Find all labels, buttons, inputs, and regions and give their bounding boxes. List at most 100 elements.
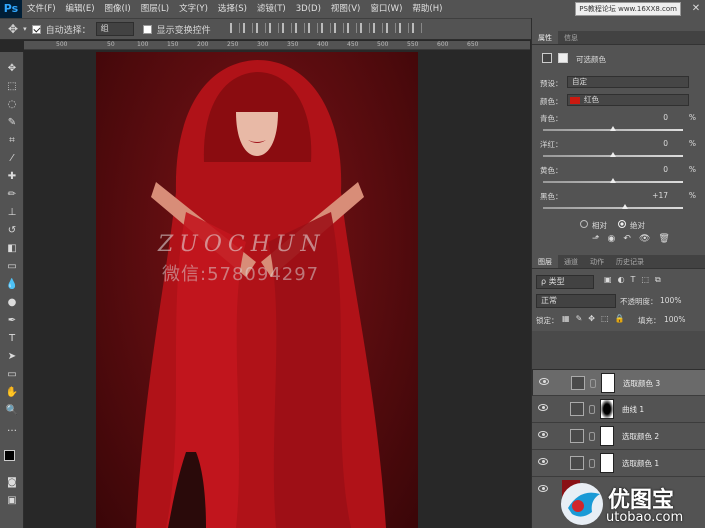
preset-dropdown[interactable]: 自定 [567,76,689,88]
opacity-value[interactable]: 100% [660,296,681,305]
tab-channels[interactable]: 通道 [558,255,584,268]
move-tool-icon[interactable]: ✥ [5,62,19,76]
clone-stamp-icon[interactable]: ⊥ [5,206,19,220]
layer-name[interactable]: 选取颜色 2 [622,431,659,442]
clip-to-layer-icon[interactable]: ⬏ [592,234,600,244]
layer-mask-thumbnail[interactable] [600,426,614,446]
foreground-color-swatch[interactable] [4,450,15,461]
mask-icon[interactable] [558,53,568,63]
menu-layer[interactable]: 图层(L) [136,0,174,18]
visibility-icon[interactable]: 👁 [639,234,650,244]
layer-mask-thumbnail[interactable] [601,373,615,393]
blend-mode-dropdown[interactable]: 正常 [536,294,616,308]
lock-transparent-icon[interactable]: ▦ [562,314,570,323]
auto-select-checkbox[interactable] [31,24,41,34]
layer-name[interactable]: 选取颜色 3 [623,378,660,390]
visibility-eye-icon[interactable] [538,458,548,465]
visibility-eye-icon[interactable] [539,378,549,385]
type-filter-icon[interactable]: T [631,275,636,285]
menu-view[interactable]: 视图(V) [326,0,365,18]
tab-history[interactable]: 历史记录 [610,255,650,268]
pen-tool-icon[interactable]: ✒ [5,314,19,328]
view-previous-icon[interactable]: ◉ [608,234,616,244]
lock-position-icon[interactable]: ✥ [588,314,595,323]
black-slider-knob[interactable] [621,204,628,209]
document-image[interactable]: ZUOCHUN 微信:578094297 [96,52,418,528]
menu-select[interactable]: 选择(S) [213,0,252,18]
black-slider[interactable] [543,204,683,209]
blur-tool-icon[interactable]: 💧 [5,278,19,292]
dodge-tool-icon[interactable]: ● [5,296,19,310]
screen-mode-icon[interactable]: ▣ [5,494,19,508]
quick-mask-icon[interactable]: ◙ [5,476,19,490]
black-value[interactable]: +17 [652,191,668,200]
smart-filter-icon[interactable]: ⧉ [655,275,661,285]
fill-value[interactable]: 100% [664,315,685,324]
menu-help[interactable]: 帮助(H) [407,0,447,18]
path-select-icon[interactable]: ➤ [5,350,19,364]
link-icon[interactable] [590,379,596,388]
magenta-slider[interactable] [543,152,683,157]
cyan-slider[interactable] [543,126,683,131]
move-tool-icon[interactable]: ✥ [8,22,18,36]
gradient-tool-icon[interactable]: ▭ [5,260,19,274]
eyedropper-icon[interactable]: ⁄ [5,152,19,166]
lock-artboard-icon[interactable]: ⬚ [601,314,609,323]
tab-actions[interactable]: 动作 [584,255,610,268]
yellow-slider-knob[interactable] [610,178,616,183]
more-tools-icon[interactable]: … [5,422,19,436]
menu-filter[interactable]: 滤镜(T) [252,0,291,18]
yellow-slider[interactable] [543,178,683,183]
yellow-value[interactable]: 0 [663,165,668,174]
tab-properties[interactable]: 属性 [532,31,558,44]
chevron-down-icon[interactable]: ▾ [23,25,27,33]
trash-icon[interactable]: 🗑 [658,234,669,244]
menu-edit[interactable]: 编辑(E) [61,0,100,18]
marquee-tool-icon[interactable]: ⬚ [5,80,19,94]
layer-row-curves-1[interactable]: 曲线 1 [532,396,705,423]
tab-layers[interactable]: 图层 [532,255,558,268]
auto-select-dropdown[interactable]: 组 [95,22,134,36]
link-icon[interactable] [589,459,595,468]
layer-mask-thumbnail[interactable] [600,399,614,419]
link-icon[interactable] [589,405,595,414]
healing-brush-icon[interactable]: ✚ [5,170,19,184]
lock-pixels-icon[interactable]: ✎ [576,314,583,323]
menu-file[interactable]: 文件(F) [22,0,61,18]
layer-row-selective-color-3[interactable]: 选取颜色 3 [532,369,705,396]
adjustment-filter-icon[interactable]: ◐ [618,275,625,285]
relative-radio[interactable] [580,220,588,228]
crop-tool-icon[interactable]: ⌗ [5,134,19,148]
cyan-slider-knob[interactable] [610,126,616,131]
brush-tool-icon[interactable]: ✏ [5,188,19,202]
lasso-tool-icon[interactable]: ◌ [5,98,19,112]
hand-tool-icon[interactable]: ✋ [5,386,19,400]
lock-all-icon[interactable]: 🔒 [615,314,625,323]
close-icon[interactable]: ✕ [687,0,705,18]
visibility-eye-icon[interactable] [538,485,548,492]
magenta-value[interactable]: 0 [663,139,668,148]
menu-window[interactable]: 窗口(W) [365,0,407,18]
type-tool-icon[interactable]: T [5,332,19,346]
link-icon[interactable] [589,432,595,441]
shape-filter-icon[interactable]: ⬚ [641,275,649,285]
visibility-eye-icon[interactable] [538,431,548,438]
layer-filter-dropdown[interactable]: ρ 类型 [536,275,594,289]
layer-name[interactable]: 曲线 1 [622,404,644,415]
eraser-icon[interactable]: ◧ [5,242,19,256]
layer-mask-thumbnail[interactable] [600,453,614,473]
pixel-filter-icon[interactable]: ▣ [604,275,612,285]
tab-info[interactable]: 信息 [558,31,584,44]
zoom-tool-icon[interactable]: 🔍 [5,404,19,418]
magenta-slider-knob[interactable] [610,152,616,157]
layer-row-selective-color-1[interactable]: 选取颜色 1 [532,450,705,477]
quick-select-icon[interactable]: ✎ [5,116,19,130]
reset-icon[interactable]: ↶ [623,234,631,244]
menu-3d[interactable]: 3D(D) [291,0,326,18]
color-dropdown[interactable]: 红色 [567,94,689,106]
show-transform-checkbox[interactable] [142,24,152,34]
align-icons[interactable] [229,22,425,36]
menu-image[interactable]: 图像(I) [100,0,136,18]
layer-name[interactable]: 选取颜色 1 [622,458,659,469]
layer-row-selective-color-2[interactable]: 选取颜色 2 [532,423,705,450]
